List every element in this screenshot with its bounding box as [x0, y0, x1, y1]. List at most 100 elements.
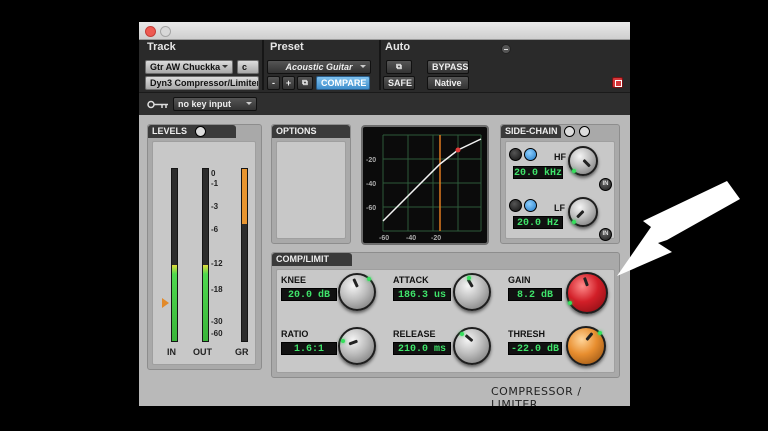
gain-readout[interactable]: 8.2 dB	[508, 288, 562, 301]
target-button[interactable]	[612, 77, 623, 88]
side-chain-header: SIDE-CHAIN	[501, 125, 561, 138]
x-tick-label: -40	[406, 235, 416, 242]
track-name: Gtr AW Chuckka	[150, 62, 221, 72]
meters-area: 0 -1 -3 -6 -12 -18 -30 -60 IN OUT GR	[152, 141, 256, 365]
arrow-shape	[617, 181, 740, 276]
levels-header: LEVELS	[148, 125, 236, 138]
highpass-filter-icon[interactable]	[509, 148, 522, 161]
side-chain-area: HF 20.0 kHz IN LF 20.0 Hz IN	[505, 141, 615, 241]
graph-grid	[382, 134, 482, 232]
lf-label: LF	[554, 203, 565, 213]
automation-button[interactable]: ⧉	[386, 60, 412, 74]
transfer-curve	[382, 138, 482, 222]
input-threshold-marker[interactable]	[162, 298, 169, 308]
in-label: IN	[167, 347, 176, 357]
compression-curve-graph: -20 -40 -60 -60 -40 -20	[366, 134, 482, 242]
bypass-button[interactable]: BYPASS	[427, 60, 469, 74]
knee-readout[interactable]: 20.0 dB	[281, 288, 337, 301]
gain-reduction-meter	[241, 168, 248, 342]
level-scale-label: -30	[211, 317, 223, 326]
level-scale-label: -18	[211, 285, 223, 294]
knee-knob[interactable]	[338, 273, 376, 311]
lf-readout[interactable]: 20.0 Hz	[513, 216, 563, 229]
minimize-window-button[interactable]	[160, 26, 171, 37]
attack-label: ATTACK	[393, 275, 429, 285]
attack-knob[interactable]	[453, 273, 491, 311]
lf-filter-enable-button[interactable]	[524, 199, 537, 212]
hf-readout[interactable]: 20.0 kHz	[513, 166, 563, 179]
input-meter	[171, 168, 178, 342]
comp-limit-area: KNEE 20.0 dB ATTACK 186.3 us GAIN 8.2 dB…	[276, 269, 615, 373]
headphone-icon[interactable]	[579, 126, 590, 137]
knee-label: KNEE	[281, 275, 307, 285]
lf-in-button[interactable]: IN	[599, 228, 612, 241]
sidechain-listen-button[interactable]	[564, 126, 575, 137]
safe-button[interactable]: SAFE	[383, 76, 415, 90]
hf-label: HF	[554, 152, 566, 162]
plugin-brand: COMPRESSOR / LIMITER	[491, 385, 582, 406]
key-input-bar: no key input	[139, 92, 630, 115]
side-chain-panel: SIDE-CHAIN HF 20.0 kHz IN LF 20.0 Hz IN	[500, 124, 620, 244]
lowpass-filter-icon[interactable]	[509, 199, 522, 212]
compare-label: COMPARE	[321, 78, 367, 88]
track-selector[interactable]: Gtr AW Chuckka	[145, 60, 233, 74]
hf-knob[interactable]	[568, 146, 598, 176]
divider	[262, 40, 264, 90]
hf-filter-enable-button[interactable]	[524, 148, 537, 161]
options-area	[276, 141, 346, 239]
compare-button[interactable]: COMPARE	[316, 76, 370, 90]
options-panel: OPTIONS	[271, 124, 351, 244]
auto-section-label: Auto	[385, 41, 411, 53]
preset-menu-button[interactable]	[501, 44, 511, 54]
thresh-label: THRESH	[508, 329, 546, 339]
attack-readout[interactable]: 186.3 us	[393, 288, 451, 301]
y-tick-label: -20	[366, 157, 376, 164]
level-scale-label: -6	[211, 225, 219, 234]
close-window-button[interactable]	[145, 26, 156, 37]
key-icon	[147, 100, 168, 109]
track-channel: c	[242, 62, 248, 72]
key-input-value: no key input	[178, 99, 232, 109]
gain-reduction-meter-fill	[242, 169, 247, 225]
copy-icon: ⧉	[302, 78, 308, 87]
level-scale-label: -1	[211, 179, 219, 188]
x-tick-label: -20	[431, 235, 441, 242]
safe-label: SAFE	[388, 78, 413, 88]
native-button[interactable]: Native	[427, 76, 469, 90]
release-knob[interactable]	[453, 327, 491, 365]
thresh-knob[interactable]	[566, 326, 606, 366]
input-meter-fill	[172, 265, 177, 341]
x-tick-label: -60	[379, 235, 389, 242]
y-tick-label: -60	[366, 205, 376, 212]
release-readout[interactable]: 210.0 ms	[393, 342, 451, 355]
ratio-knob[interactable]	[338, 327, 376, 365]
next-preset-button[interactable]: +	[282, 76, 295, 90]
previous-preset-button[interactable]: -	[267, 76, 280, 90]
preset-selector[interactable]: Acoustic Guitar	[267, 60, 371, 74]
lf-knob[interactable]	[568, 197, 598, 227]
options-header: OPTIONS	[272, 125, 350, 138]
comp-limit-header: COMP/LIMIT	[272, 253, 352, 266]
native-label: Native	[434, 78, 462, 88]
output-meter-fill	[203, 265, 208, 341]
preset-section-label: Preset	[270, 41, 304, 53]
link-icon[interactable]	[195, 126, 206, 137]
gain-label: GAIN	[508, 275, 531, 285]
gain-knob[interactable]	[566, 272, 608, 314]
ratio-readout[interactable]: 1.6:1	[281, 342, 337, 355]
hf-in-button[interactable]: IN	[599, 178, 612, 191]
key-input-selector[interactable]: no key input	[173, 97, 257, 111]
plugin-selector[interactable]: Dyn3 Compressor/Limiter	[145, 76, 259, 90]
level-scale-label: -12	[211, 259, 223, 268]
track-channel-selector[interactable]: c	[237, 60, 259, 74]
preset-name: Acoustic Guitar	[285, 62, 353, 72]
level-scale-label: 0	[211, 169, 216, 178]
plugin-header: Track Preset Auto Gtr AW Chuckka c Dyn3 …	[139, 40, 630, 115]
thresh-readout[interactable]: -22.0 dB	[508, 342, 562, 355]
ratio-label: RATIO	[281, 329, 309, 339]
minus-label: -	[272, 78, 275, 88]
bypass-label: BYPASS	[432, 62, 469, 72]
title-bar	[139, 22, 630, 40]
output-meter	[202, 168, 209, 342]
copy-settings-button[interactable]: ⧉	[297, 76, 313, 90]
